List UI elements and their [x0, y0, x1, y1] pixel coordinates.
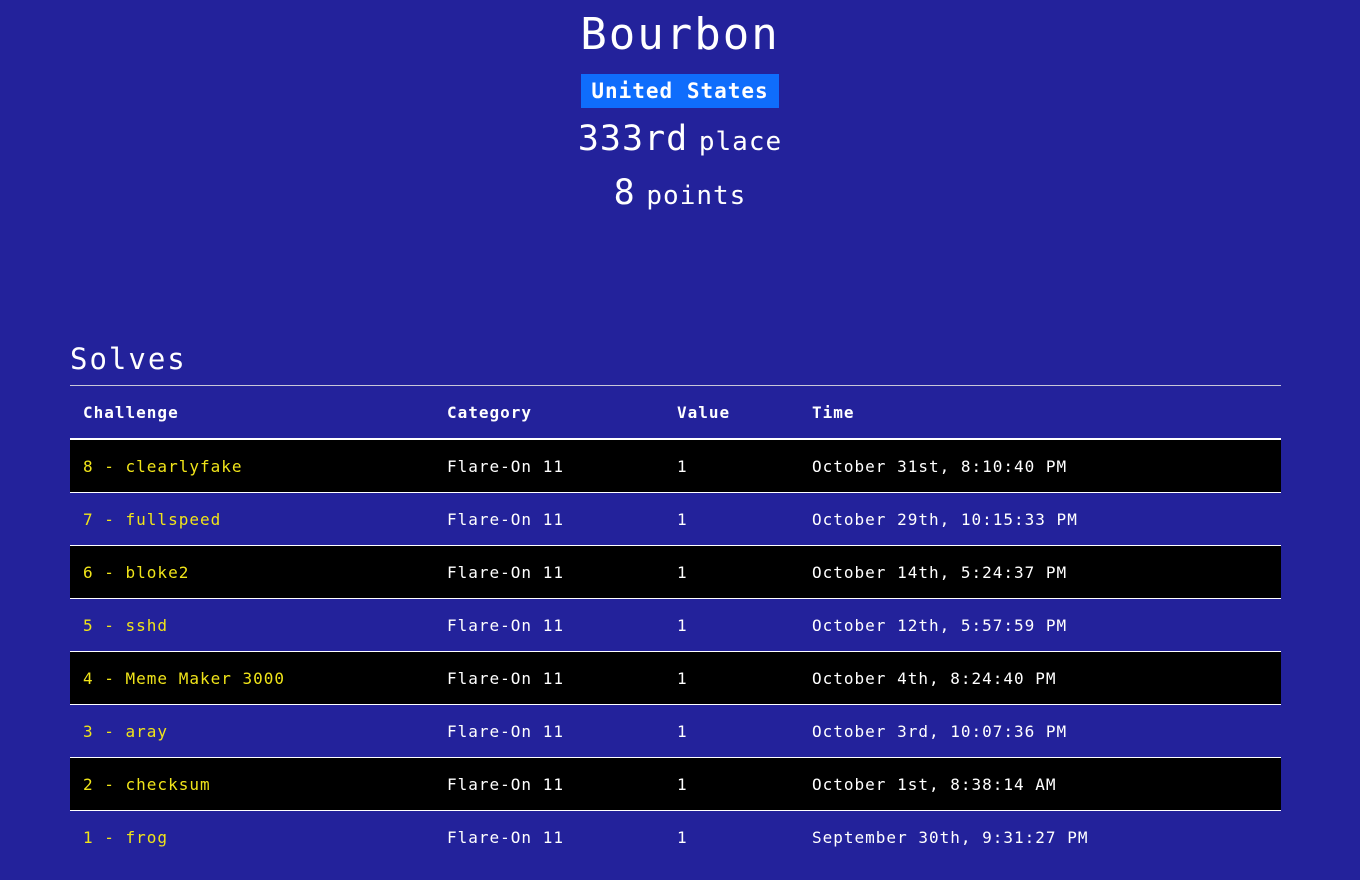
table-row: 7 - fullspeed Flare-On 11 1 October 29th…: [70, 492, 1281, 546]
value-cell: 1: [664, 651, 799, 705]
table-row: 1 - frog Flare-On 11 1 September 30th, 9…: [70, 811, 1281, 864]
table-row: 5 - sshd Flare-On 11 1 October 12th, 5:5…: [70, 598, 1281, 652]
category-cell: Flare-On 11: [434, 492, 664, 546]
category-cell: Flare-On 11: [434, 651, 664, 705]
time-cell: October 31st, 8:10:40 PM: [799, 439, 1281, 493]
value-cell: 1: [664, 704, 799, 758]
place-label: place: [698, 127, 783, 157]
category-cell: Flare-On 11: [447, 827, 564, 847]
column-header-time: Time: [799, 386, 1281, 440]
value-cell: 1: [664, 598, 799, 652]
table-row: 6 - bloke2 Flare-On 11 1 October 14th, 5…: [70, 545, 1281, 599]
challenge-link[interactable]: 8 - clearlyfake: [70, 439, 434, 493]
team-points: 8 points: [0, 172, 1360, 220]
team-place: 333rd place: [0, 118, 1360, 166]
value-cell: 1: [677, 827, 688, 847]
table-row: 2 - checksum Flare-On 11 1 October 1st, …: [70, 757, 1281, 811]
category-cell: Flare-On 11: [434, 704, 664, 758]
country-wrap: United States: [0, 74, 1360, 108]
category-cell: Flare-On 11: [434, 757, 664, 811]
category-cell: Flare-On 11: [434, 598, 664, 652]
value-cell: 1: [664, 492, 799, 546]
team-name: Bourbon: [580, 9, 780, 60]
category-cell: Flare-On 11: [434, 439, 664, 493]
country-badge: United States: [581, 74, 779, 108]
time-cell: October 12th, 5:57:59 PM: [799, 598, 1281, 652]
challenge-link[interactable]: 2 - checksum: [70, 757, 434, 811]
category-cell: Flare-On 11: [434, 545, 664, 599]
place-number: 333rd: [577, 119, 689, 159]
column-header-value: Value: [664, 386, 799, 440]
challenge-link[interactable]: 3 - aray: [70, 704, 434, 758]
column-header-challenge: Challenge: [70, 386, 434, 440]
challenge-link[interactable]: 7 - fullspeed: [70, 492, 434, 546]
time-cell: October 3rd, 10:07:36 PM: [799, 704, 1281, 758]
solves-title: Solves: [70, 338, 1281, 386]
value-cell: 1: [664, 545, 799, 599]
column-header-category: Category: [434, 386, 664, 440]
challenge-link[interactable]: 1 - frog: [70, 811, 434, 864]
table-row: 8 - clearlyfake Flare-On 11 1 October 31…: [70, 439, 1281, 493]
challenge-link[interactable]: 6 - bloke2: [70, 545, 434, 599]
table-row: 3 - aray Flare-On 11 1 October 3rd, 10:0…: [70, 704, 1281, 758]
solves-header-row: Challenge Category Value Time: [70, 386, 1281, 440]
challenge-link[interactable]: 5 - sshd: [70, 598, 434, 652]
challenge-link[interactable]: 4 - Meme Maker 3000: [70, 651, 434, 705]
time-cell: September 30th, 9:31:27 PM: [812, 827, 1089, 847]
table-row: 4 - Meme Maker 3000 Flare-On 11 1 Octobe…: [70, 651, 1281, 705]
value-cell: 1: [664, 757, 799, 811]
time-cell: October 29th, 10:15:33 PM: [799, 492, 1281, 546]
solves-section: Solves Challenge Category Value Time 8 -…: [70, 338, 1281, 863]
team-page: Bourbon United States 333rd place 8 poin…: [0, 0, 1360, 880]
points-number: 8: [613, 173, 636, 213]
time-cell: October 1st, 8:38:14 AM: [799, 757, 1281, 811]
value-cell: 1: [664, 439, 799, 493]
solves-table: Challenge Category Value Time 8 - clearl…: [70, 386, 1281, 863]
points-label: points: [646, 181, 747, 211]
time-cell: October 14th, 5:24:37 PM: [799, 545, 1281, 599]
time-cell: October 4th, 8:24:40 PM: [799, 651, 1281, 705]
team-header: Bourbon United States 333rd place 8 poin…: [0, 0, 1360, 220]
